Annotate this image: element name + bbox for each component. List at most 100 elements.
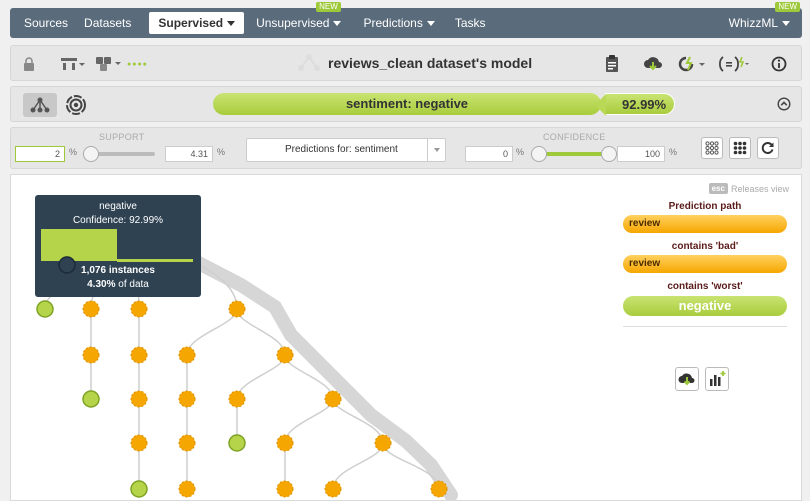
tree-node[interactable] [82, 300, 100, 318]
refresh-icon [761, 142, 774, 154]
tree-node[interactable] [276, 434, 294, 452]
tooltip-class: negative [99, 201, 137, 212]
confidence-min-input[interactable]: 0 [465, 146, 513, 162]
top-navigation: Sources Datasets Supervised Unsupervised… [10, 2, 802, 38]
tree-node[interactable] [276, 346, 294, 364]
objective-select[interactable]: Predictions for: sentiment [246, 138, 446, 162]
leaf-node[interactable] [130, 480, 148, 498]
tree-node[interactable] [430, 480, 448, 498]
info-icon[interactable] [771, 55, 787, 73]
support-slider-knob[interactable] [83, 146, 99, 162]
dots-icon[interactable]: ●●●● [127, 55, 148, 73]
formula-icon[interactable] [719, 55, 751, 73]
nav-unsupervised[interactable]: Unsupervised NEW [250, 2, 353, 38]
tree-node[interactable] [228, 300, 246, 318]
panel-divider [623, 326, 787, 327]
tree-node[interactable] [130, 300, 148, 318]
chevron-down-icon [227, 21, 236, 27]
tree-node[interactable] [228, 390, 246, 408]
confidence-slider-knob-min[interactable] [531, 146, 547, 162]
tree-node[interactable] [324, 480, 342, 498]
model-title: reviews_clean dataset's model [296, 53, 532, 73]
tree-node[interactable] [178, 434, 196, 452]
tree-node[interactable] [130, 346, 148, 364]
download-prediction-button[interactable] [675, 367, 699, 391]
confidence-min-pct: % [516, 147, 525, 157]
tree-node[interactable] [130, 434, 148, 452]
tree-node[interactable] [324, 390, 342, 408]
tree-icon[interactable] [61, 55, 85, 73]
report-icon[interactable] [605, 55, 619, 73]
prediction-path-panel: Prediction path review contains 'bad' re… [623, 201, 787, 391]
nav-supervised[interactable]: Supervised [149, 12, 245, 34]
confidence-slider-knob-max[interactable] [601, 146, 617, 162]
leaf-node[interactable] [82, 390, 100, 408]
esc-hint: esc Releases view [708, 183, 789, 194]
cloud-download-icon [678, 373, 695, 386]
tooltip-data-share-suffix: of data [118, 279, 149, 290]
confidence-max-input[interactable]: 100 [617, 146, 665, 162]
support-label: SUPPORT [99, 132, 145, 142]
tooltip-data-share: 4.30% of data [35, 279, 201, 290]
lock-icon[interactable] [23, 55, 35, 73]
support-max-input[interactable]: 4.31 [165, 146, 213, 162]
node-size-button[interactable] [701, 137, 723, 159]
path-condition: contains 'worst' [667, 281, 743, 292]
node-color-button[interactable] [729, 137, 751, 159]
nav-predictions-label: Predictions [363, 16, 423, 30]
tree-view-icon [30, 97, 50, 113]
model-toolbar: ●●●● reviews_clean dataset's model [10, 45, 802, 81]
tree-view-button[interactable] [23, 93, 57, 117]
path-field-pill: review [623, 215, 787, 233]
tree-node[interactable] [178, 390, 196, 408]
user-menu-label: WhizzML [728, 16, 778, 30]
path-result: negative [623, 296, 787, 316]
objective-select-label: Predictions for: sentiment [285, 144, 398, 155]
tree-node[interactable] [374, 434, 392, 452]
esc-hint-text: Releases view [730, 183, 789, 194]
prediction-path-title: Prediction path [668, 201, 742, 212]
reset-button[interactable] [757, 137, 779, 159]
selected-node[interactable] [57, 255, 77, 275]
path-field-pill: review [623, 255, 787, 273]
confidence-slider-fill [541, 152, 607, 156]
confidence-bar-baseline [117, 259, 193, 262]
support-min-input[interactable]: 2 [15, 146, 65, 162]
nav-sources[interactable]: Sources [12, 8, 80, 38]
filter-bar: SUPPORT 2 % 4.31 % Predictions for: sent… [10, 127, 802, 169]
select-arrow-icon [427, 139, 445, 161]
chevron-down-icon [782, 21, 790, 27]
nav-unsupervised-label: Unsupervised [256, 16, 330, 30]
confidence-label: CONFIDENCE [543, 132, 606, 142]
chevron-down-icon [333, 21, 342, 27]
collapse-button[interactable] [777, 97, 791, 116]
model-icon [298, 54, 320, 71]
leaf-node[interactable] [36, 300, 54, 318]
tree-node[interactable] [276, 480, 294, 498]
user-menu[interactable]: WhizzML NEW [717, 2, 802, 38]
prediction-label: sentiment: negative [213, 93, 601, 115]
tree-node[interactable] [130, 390, 148, 408]
tree-node[interactable] [82, 346, 100, 364]
chevron-down-icon [426, 21, 435, 27]
support-max-pct: % [217, 147, 226, 157]
nav-tasks[interactable]: Tasks [447, 8, 498, 38]
support-min-pct: % [69, 147, 78, 157]
dots-grid-icon [733, 141, 747, 155]
app-window: Sources Datasets Supervised Unsupervised… [0, 0, 810, 501]
fields-icon[interactable] [95, 55, 123, 73]
add-chart-button[interactable] [705, 367, 729, 391]
tree-canvas[interactable]: negative Confidence: 92.99% 1,076 instan… [10, 174, 802, 501]
tree-node[interactable] [178, 346, 196, 364]
actions-icon[interactable] [677, 55, 707, 73]
dots-grid-outline-icon [705, 141, 719, 155]
download-icon[interactable] [643, 55, 663, 73]
leaf-node[interactable] [228, 434, 246, 452]
tree-nodes [36, 300, 448, 498]
tree-node[interactable] [178, 480, 196, 498]
nav-datasets[interactable]: Datasets [80, 8, 143, 38]
sunburst-view-button[interactable] [59, 93, 93, 117]
nav-predictions[interactable]: Predictions [353, 8, 446, 38]
new-badge: NEW [775, 2, 800, 12]
path-condition: contains 'bad' [671, 241, 739, 252]
